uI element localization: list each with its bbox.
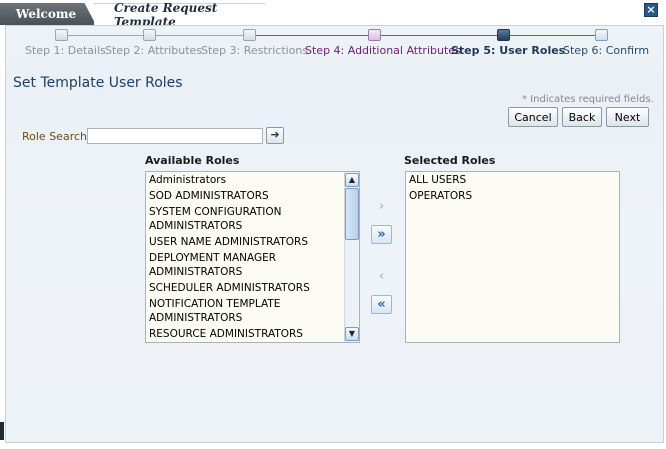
available-roles-list[interactable]: Administrators SOD ADMINISTRATORS SYSTEM… — [145, 171, 360, 343]
tab-create-request-template[interactable]: Create Request Template — [94, 3, 280, 25]
search-go-icon[interactable]: ➜ — [266, 127, 284, 144]
step-1-stop[interactable] — [55, 29, 68, 41]
list-item[interactable]: SOD ADMINISTRATORS — [146, 188, 343, 204]
next-button[interactable]: Next — [606, 107, 649, 127]
move-icon[interactable]: › — [371, 197, 392, 216]
step-3-label[interactable]: Step 3: Restrictions — [201, 44, 308, 57]
role-search-input[interactable] — [87, 128, 263, 144]
list-item[interactable]: NOTIFICATION TEMPLATE ADMINISTRATORS — [146, 296, 343, 326]
scroll-up-icon[interactable]: ▲ — [345, 173, 359, 187]
selected-roles-list[interactable]: ALL USERS OPERATORS — [405, 171, 620, 343]
step-2-label[interactable]: Step 2: Attributes — [105, 44, 202, 57]
list-item[interactable]: Administrators — [146, 172, 343, 188]
move-all-icon[interactable]: » — [371, 225, 392, 244]
remove-all-icon[interactable]: « — [371, 295, 392, 314]
list-item[interactable]: SYSTEM CONFIGURATION ADMINISTRATORS — [146, 204, 343, 234]
step-6-stop[interactable] — [595, 29, 608, 41]
tab-bar: Welcome Create Request Template × — [0, 0, 666, 25]
step-4-label[interactable]: Step 4: Additional Attributes — [305, 44, 461, 57]
selected-roles-heading: Selected Roles — [404, 154, 496, 167]
remove-icon[interactable]: ‹ — [371, 267, 392, 286]
train-line-future — [504, 35, 602, 36]
back-button[interactable]: Back — [562, 107, 602, 127]
tab-welcome[interactable]: Welcome — [0, 3, 96, 25]
splitter-handle[interactable] — [0, 422, 4, 440]
list-item[interactable]: OPERATORS — [406, 188, 619, 204]
available-roles-scrollbar[interactable]: ▲ ▼ — [344, 172, 359, 342]
list-item[interactable]: DEPLOYMENT MANAGER ADMINISTRATORS — [146, 250, 343, 280]
step-5-label: Step 5: User Roles — [451, 44, 566, 57]
step-5-stop — [497, 29, 510, 41]
required-fields-note: * Indicates required fields. — [522, 94, 654, 105]
step-4-stop[interactable] — [368, 29, 381, 41]
close-tab-icon[interactable]: × — [644, 3, 658, 17]
scroll-down-icon[interactable]: ▼ — [345, 327, 359, 341]
step-3-stop[interactable] — [243, 29, 256, 41]
scrollbar-thumb[interactable] — [345, 188, 359, 240]
step-6-label[interactable]: Step 6: Confirm — [563, 44, 649, 57]
list-item[interactable]: SCHEDULER ADMINISTRATORS — [146, 280, 343, 296]
step-2-stop[interactable] — [143, 29, 156, 41]
cancel-button[interactable]: Cancel — [508, 107, 558, 127]
role-search-label: Role Search — [22, 130, 87, 143]
list-item[interactable]: ALL USERS — [406, 172, 619, 188]
list-item[interactable]: RESOURCE ADMINISTRATORS — [146, 326, 343, 342]
available-roles-heading: Available Roles — [145, 154, 240, 167]
list-item[interactable]: USER NAME ADMINISTRATORS — [146, 234, 343, 250]
step-1-label[interactable]: Step 1: Details — [25, 44, 106, 57]
page-title: Set Template User Roles — [13, 75, 183, 91]
